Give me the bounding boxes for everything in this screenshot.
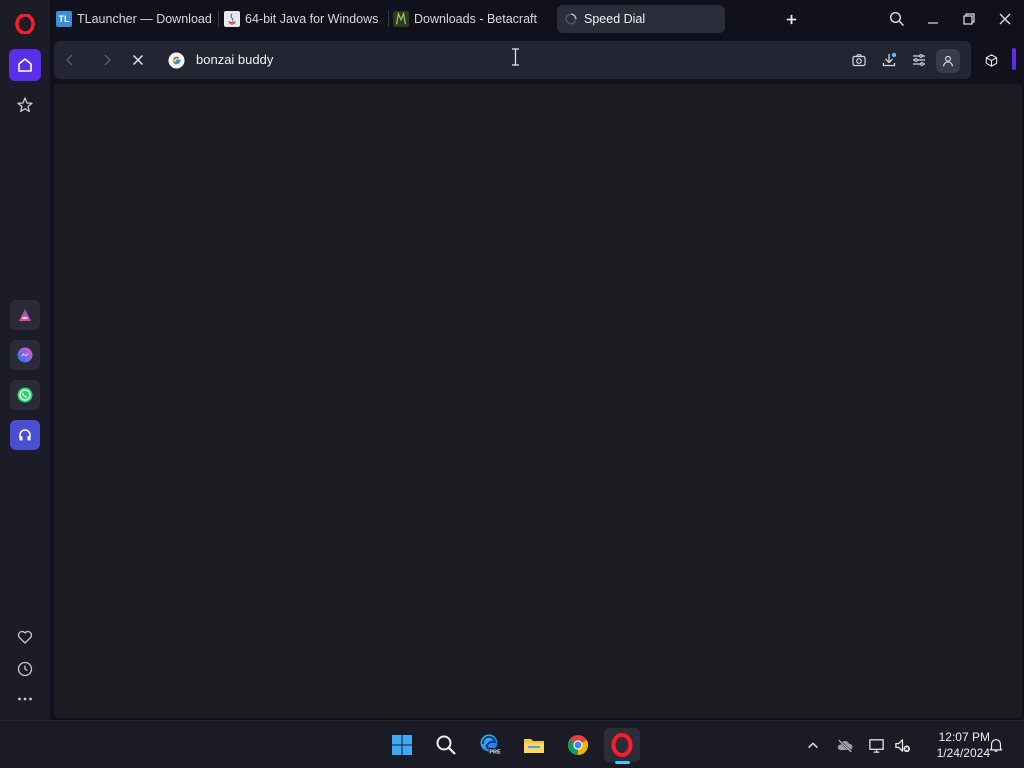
address-bar-input[interactable]: bonzai buddy [196, 49, 796, 71]
search-icon [889, 11, 904, 26]
tab-label: 64-bit Java for Windows [245, 12, 379, 26]
messenger-icon [17, 347, 33, 363]
opera-sidebar [0, 0, 50, 720]
tab-betacraft[interactable]: Downloads - Betacraft [393, 5, 558, 33]
opera-icon [611, 733, 633, 757]
extensions-button[interactable] [979, 48, 1003, 72]
volume-button[interactable] [892, 735, 912, 755]
messenger-button[interactable] [10, 340, 40, 370]
onedrive-button[interactable] [835, 735, 855, 755]
network-button[interactable] [866, 735, 886, 755]
chrome-icon [567, 735, 589, 756]
notifications-button[interactable] [986, 735, 1006, 755]
edge-preview-button[interactable]: PRE [472, 728, 508, 762]
chrome-button[interactable] [560, 728, 596, 762]
windows-taskbar: PRE 12:07 PM 1/24/2024 [0, 720, 1024, 768]
edge-badge-text: PRE [489, 750, 501, 756]
history-button[interactable] [9, 653, 41, 685]
taskbar-clock[interactable]: 12:07 PM 1/24/2024 [918, 729, 990, 761]
tab-java[interactable]: 64-bit Java for Windows [224, 5, 384, 33]
clock-date: 1/24/2024 [936, 746, 990, 760]
easy-setup-button[interactable] [910, 51, 928, 69]
downloads-button[interactable] [880, 51, 898, 69]
aria-icon [19, 309, 31, 321]
show-hidden-icons-button[interactable] [803, 735, 823, 755]
opera-browser-window: TL TLauncher — Download M 64-bit Java fo… [0, 0, 1024, 768]
profile-button[interactable] [936, 49, 960, 73]
stop-loading-button[interactable] [129, 51, 147, 69]
more-dots-icon [18, 697, 32, 701]
tab-search-button[interactable] [886, 8, 908, 30]
user-icon [943, 55, 953, 67]
whatsapp-icon [17, 387, 33, 403]
restore-button[interactable] [958, 8, 980, 30]
bookmarks-button[interactable] [9, 89, 41, 121]
music-player-icon [19, 429, 31, 441]
camera-icon [852, 54, 866, 67]
close-icon [999, 13, 1011, 25]
sidebar-more-button[interactable] [9, 683, 41, 715]
windows-start-icon [392, 735, 412, 755]
edge-preview-icon: PRE [480, 734, 501, 756]
tab-separator [388, 11, 389, 27]
close-icon [132, 54, 144, 66]
snapshot-button[interactable] [850, 51, 868, 69]
tab-separator [218, 11, 219, 27]
tab-speed-dial[interactable]: Speed Dial [557, 5, 725, 33]
tab-tlauncher[interactable]: TL TLauncher — Download M [56, 5, 214, 33]
tab-label: Downloads - Betacraft [414, 12, 537, 26]
bell-icon [989, 739, 1003, 752]
download-icon [882, 52, 897, 67]
restore-icon [963, 13, 975, 25]
google-g-icon [168, 52, 185, 69]
music-player-button[interactable] [10, 420, 40, 450]
tab-label: Speed Dial [584, 12, 646, 26]
tlauncher-favicon-icon: TL [56, 11, 72, 27]
close-window-button[interactable] [994, 8, 1016, 30]
opera-button[interactable] [604, 728, 640, 762]
chevron-left-icon [66, 54, 73, 66]
home-icon [18, 58, 32, 72]
pinboards-button[interactable] [9, 621, 41, 653]
file-explorer-icon [524, 739, 544, 753]
chevron-up-icon [808, 742, 818, 749]
heart-icon [17, 630, 33, 644]
home-button[interactable] [9, 49, 41, 81]
back-button[interactable] [61, 51, 79, 69]
java-favicon-icon [224, 11, 240, 27]
chevron-right-icon [104, 54, 111, 66]
star-icon [17, 97, 33, 113]
plus-icon [786, 14, 796, 24]
start-button[interactable] [384, 728, 420, 762]
forward-button[interactable] [98, 51, 116, 69]
history-clock-icon [17, 661, 33, 677]
new-tab-button[interactable] [782, 10, 800, 28]
minimize-button[interactable] [922, 8, 944, 30]
aria-button[interactable] [10, 300, 40, 330]
network-icon [868, 738, 884, 753]
text-cursor-icon [512, 48, 519, 66]
file-explorer-button[interactable] [516, 728, 552, 762]
speaker-muted-icon [894, 738, 910, 752]
tab-strip: TL TLauncher — Download M 64-bit Java fo… [50, 0, 1024, 38]
opera-logo-icon[interactable] [15, 14, 35, 34]
taskbar-search-button[interactable] [428, 728, 464, 762]
loading-spinner-icon [563, 11, 579, 27]
minimize-icon [928, 22, 938, 24]
betacraft-favicon-icon [393, 11, 409, 27]
cube-icon [985, 53, 997, 67]
settings-sliders-icon [913, 54, 925, 66]
tab-label: TLauncher — Download M [77, 12, 214, 26]
whatsapp-button[interactable] [10, 380, 40, 410]
search-icon [436, 735, 456, 755]
page-content-area[interactable] [54, 84, 1022, 718]
clock-time: 12:07 PM [938, 730, 990, 744]
cloud-offline-icon [837, 738, 853, 753]
active-app-indicator [615, 761, 630, 764]
sidebar-accent-indicator [1012, 48, 1016, 70]
